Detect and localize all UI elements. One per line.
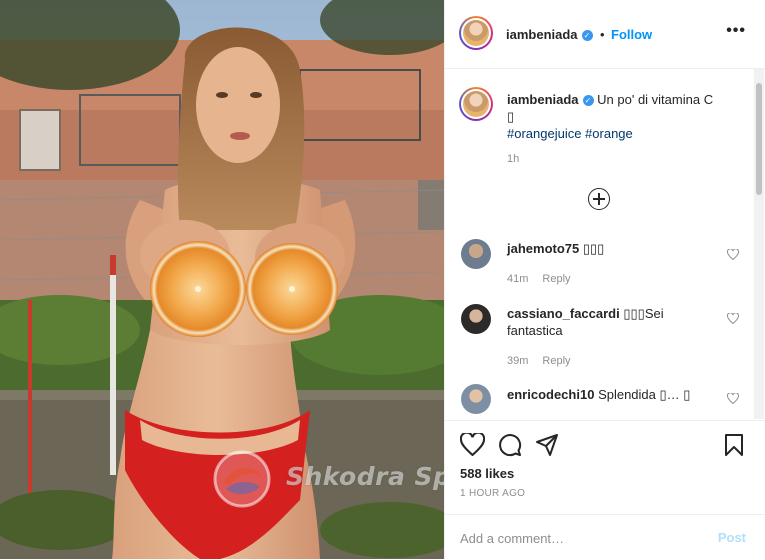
share-icon[interactable]	[535, 433, 559, 457]
caption-hashtags[interactable]: #orangejuice #orange	[507, 126, 727, 141]
reply-button[interactable]: Reply	[542, 355, 570, 367]
scrollbar-thumb[interactable]	[756, 83, 762, 195]
watermark-logo	[213, 450, 271, 508]
heart-icon[interactable]	[460, 433, 485, 456]
comment-icon[interactable]	[498, 433, 522, 457]
heart-icon[interactable]	[727, 249, 739, 260]
post-time-ago: 1 HOUR AGO	[460, 488, 526, 499]
header-user-line: iambeniada ✓ • Follow	[506, 26, 652, 44]
commenter-avatar[interactable]	[461, 239, 491, 269]
comment-text: ▯▯▯	[582, 241, 605, 256]
caption-text: Un po' di vitamina C	[597, 92, 714, 107]
more-icon[interactable]: •••	[726, 23, 746, 39]
likes-count[interactable]: 588 likes	[460, 466, 514, 481]
caption-time: 1h	[507, 153, 520, 165]
comment-text: Splendida ▯… ▯	[598, 387, 691, 402]
bookmark-icon[interactable]	[724, 433, 744, 457]
commenter-avatar[interactable]	[461, 304, 491, 334]
heart-icon[interactable]	[727, 393, 739, 404]
author-username[interactable]: iambeniada	[506, 27, 578, 42]
instagram-post-modal: Shkodra Sport iambeniada✓ • Follow •••	[0, 0, 765, 559]
comment-time: 39m	[507, 355, 529, 367]
comment-username[interactable]: cassiano_faccardi	[507, 306, 620, 321]
comments-scrollbar[interactable]	[754, 69, 764, 419]
post-side-panel: iambeniada ✓ • Follow ••• iambeniada ✓ Un …	[444, 0, 765, 559]
caption-username[interactable]: iambeniada	[507, 92, 579, 107]
comment-body: enricodechi10 Splendida ▯… ▯	[507, 386, 737, 403]
add-comment-input[interactable]	[460, 528, 700, 548]
comment-body: cassiano_faccardi ▯▯▯Sei fantastica 39m R…	[507, 305, 717, 369]
comments-list[interactable]: iambeniada ✓ Un po' di vitamina C ▯ #oran…	[445, 69, 753, 419]
verified-icon: ✓	[581, 30, 593, 41]
watermark-text: Shkodra Sport	[286, 462, 444, 491]
verified-icon: ✓	[582, 95, 594, 106]
caption-body: iambeniada ✓ Un po' di vitamina C ▯ #oran…	[507, 91, 727, 165]
post-photo[interactable]: Shkodra Sport	[0, 0, 444, 559]
add-comment-bar: Post	[445, 514, 765, 560]
caption-emoji: ▯	[507, 109, 515, 124]
post-comment-button[interactable]: Post	[718, 530, 746, 545]
separator-dot: •	[599, 27, 605, 42]
follow-button[interactable]: Follow	[611, 27, 652, 42]
post-actions: 588 likes 1 HOUR AGO	[445, 420, 765, 516]
comment-username[interactable]: jahemoto75	[507, 241, 579, 256]
plus-circle-icon[interactable]	[588, 188, 610, 210]
caption-avatar[interactable]	[459, 87, 493, 121]
comment-username[interactable]: enricodechi10	[507, 387, 594, 402]
comment-body: jahemoto75 ▯▯▯ 41m Reply	[507, 240, 717, 287]
comment-time: 41m	[507, 273, 529, 285]
commenter-avatar[interactable]	[461, 384, 491, 414]
author-avatar[interactable]	[459, 16, 493, 50]
reply-button[interactable]: Reply	[542, 273, 570, 285]
post-header: iambeniada ✓ • Follow •••	[445, 0, 765, 69]
heart-icon[interactable]	[727, 313, 739, 324]
